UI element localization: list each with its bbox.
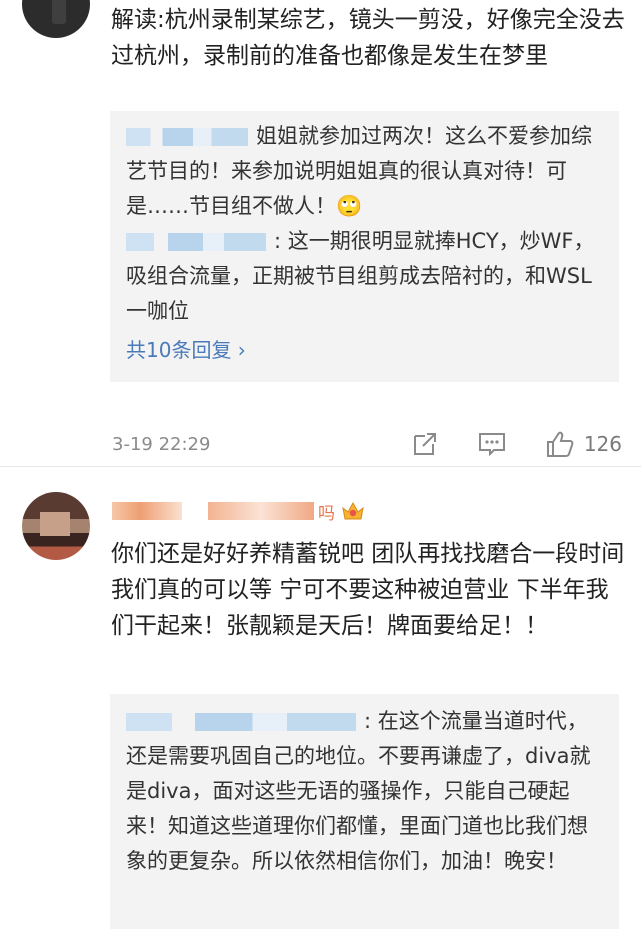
- reply-text: : 在这个流量当道时代， 还是需要巩固自己的地位。不要再谦虚了，diva就是di…: [126, 709, 595, 873]
- reply-preview-box[interactable]: 姐姐就参加过两次！这么不爱参加综艺节目的！来参加说明姐姐真的很认真对待！可是………: [110, 111, 619, 382]
- crown-icon: [341, 500, 365, 522]
- more-replies-link[interactable]: 共10条回复 ›: [126, 333, 603, 368]
- comment-icon[interactable]: [478, 431, 506, 457]
- username-suffix: 吗: [318, 503, 335, 524]
- comment-feed: 解读:杭州录制某综艺，镜头一剪没，好像完全没去过杭州，录制前的准备也都像是发生在…: [0, 0, 641, 929]
- comment-item: 解读:杭州录制某综艺，镜头一剪没，好像完全没去过杭州，录制前的准备也都像是发生在…: [0, 0, 641, 466]
- reply-item: 姐姐就参加过两次！这么不爱参加综艺节目的！来参加说明姐姐真的很认真对待！可是………: [126, 111, 603, 224]
- like-count: 126: [583, 432, 622, 456]
- like-button[interactable]: 126: [546, 430, 622, 458]
- reply-preview-box[interactable]: : 在这个流量当道时代， 还是需要巩固自己的地位。不要再谦虚了，diva就是di…: [110, 694, 619, 929]
- avatar[interactable]: [22, 0, 90, 38]
- blurred-username: [126, 713, 356, 731]
- avatar[interactable]: [22, 492, 90, 560]
- blurred-username: [112, 502, 182, 520]
- reply-item: : 这一期很明显就捧HCY，炒WF，吸组合流量，正期被节目组剪成去陪衬的，和WS…: [126, 224, 603, 329]
- blurred-username: [208, 502, 314, 520]
- blurred-username: [126, 233, 266, 251]
- reply-item: : 在这个流量当道时代， 还是需要巩固自己的地位。不要再谦虚了，diva就是di…: [126, 694, 603, 879]
- share-icon[interactable]: [412, 431, 438, 457]
- comment-timestamp: 3-19 22:29: [112, 433, 211, 455]
- comment-actions: 126: [412, 430, 622, 458]
- username[interactable]: 吗: [112, 498, 365, 524]
- thumbs-up-icon: [546, 430, 574, 458]
- comment-meta-row: 3-19 22:29 126: [112, 430, 622, 458]
- comment-text: 解读:杭州录制某综艺，镜头一剪没，好像完全没去过杭州，录制前的准备也都像是发生在…: [111, 7, 625, 69]
- comment-text: 你们还是好好养精蓄锐吧 团队再找找磨合一段时间 我们真的可以等 宁可不要这种被迫…: [111, 541, 632, 639]
- comment-item: 吗 你们还是好好养精蓄锐吧 团队再找找磨合一段时间 我们真的可以等 宁可不要这种…: [0, 466, 641, 929]
- blurred-username: [126, 128, 248, 146]
